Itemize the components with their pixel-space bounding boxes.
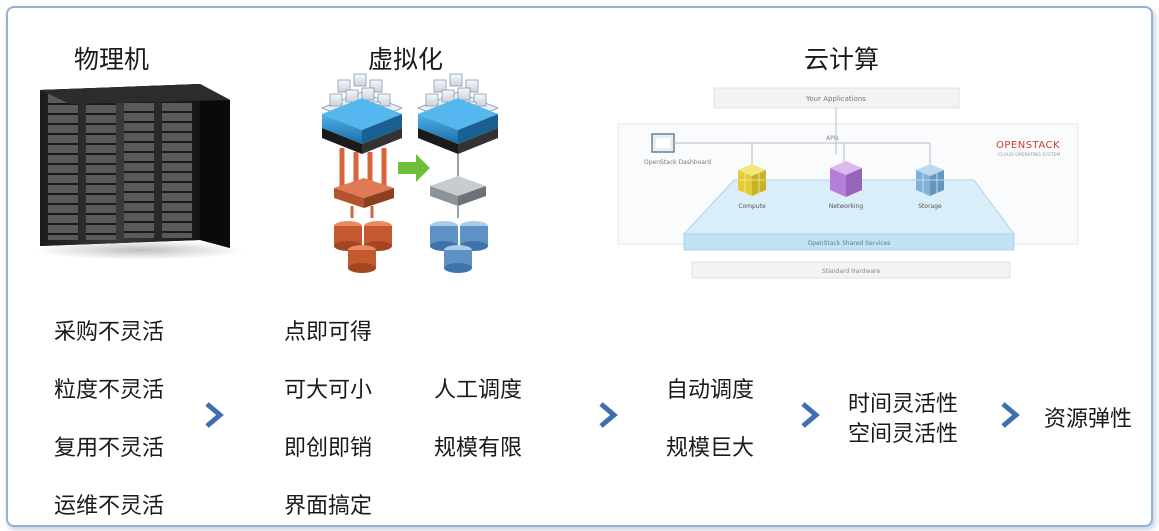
diagram-frame: 物理机 虚拟化 云计算 Your Applications OpenStack … [6,6,1153,527]
flex-item: 时间灵活性 [848,392,959,417]
compute-cube-icon [738,164,766,196]
physical-item: 复用不灵活 [54,436,165,461]
virtual-item: 界面搞定 [284,494,373,519]
hardware-label: Standard Hardware [822,268,880,275]
vm-stack-left [320,73,404,273]
heading-cloud: 云计算 [804,45,880,74]
apps-label: Your Applications [805,95,866,103]
cloud-item: 自动调度 [666,378,755,403]
shared-services-label: OpenStack Shared Services [808,240,891,247]
chevron-right-icon [205,402,224,428]
result-label: 资源弹性 [1044,407,1133,432]
server-rack-illustration [35,84,245,260]
green-arrow-icon [398,154,430,182]
networking-cube-icon [830,161,862,197]
storage-cube-icon [916,164,944,196]
physical-item: 运维不灵活 [54,494,165,519]
virtual-limit: 规模有限 [434,436,523,461]
openstack-tagline: CLOUD OPERATING SYSTEM [998,152,1060,158]
chevron-right-icon [1001,402,1020,428]
networking-label: Networking [829,203,864,210]
dashboard-label: OpenStack Dashboard [644,159,711,166]
physical-item: 采购不灵活 [54,320,165,345]
vm-stack-right [416,73,500,273]
heading-physical: 物理机 [74,45,150,74]
flex-item: 空间灵活性 [848,422,959,447]
chevron-right-icon [599,402,618,428]
virtualization-illustration [320,73,500,273]
virtual-limit: 人工调度 [434,378,523,403]
virtual-item: 点即可得 [284,320,373,345]
compute-label: Compute [738,203,766,210]
physical-item: 粒度不灵活 [54,378,165,403]
virtual-item: 可大可小 [284,378,373,403]
storage-label: Storage [918,203,942,210]
openstack-illustration: Your Applications OpenStack Dashboard AP… [614,84,1084,284]
chevron-right-icon [801,402,820,428]
openstack-logo: OPENSTACK [996,140,1060,151]
apis-label: APIs [826,135,839,142]
cloud-item: 规模巨大 [666,436,755,461]
virtual-item: 即创即销 [284,436,373,461]
